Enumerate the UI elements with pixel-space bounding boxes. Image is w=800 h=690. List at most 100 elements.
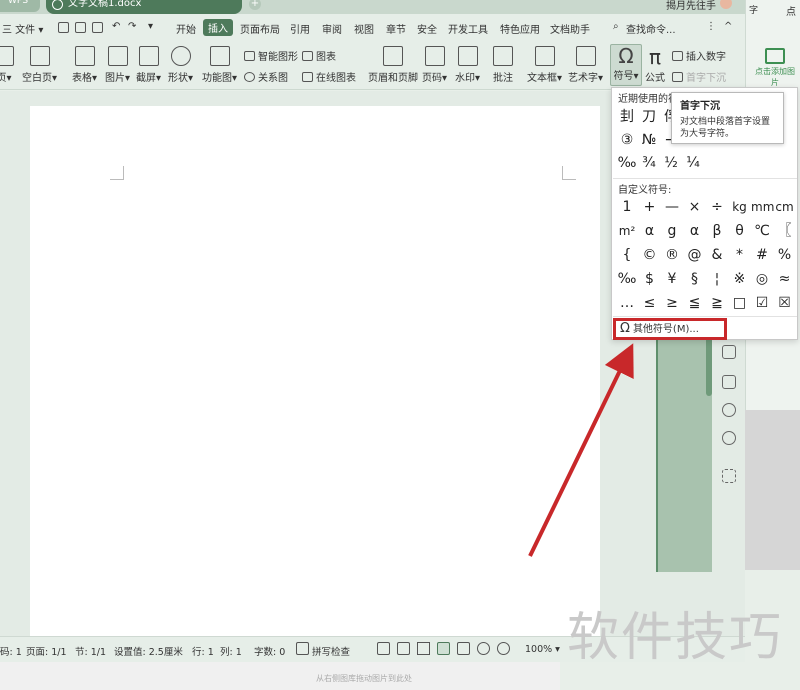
textbox-button[interactable]: 文本框▾ [527,46,562,84]
custom-symbol-item[interactable]: 1 [616,196,638,218]
custom-symbol-item[interactable]: β [706,220,728,242]
symbol-item[interactable]: ½ [660,152,682,174]
menu-developer[interactable]: 开发工具 [448,21,488,36]
page-number-button[interactable]: 页码▾ [422,46,447,84]
dropcap-button[interactable]: 首字下沉 [672,69,726,84]
symbol-item[interactable]: 刀 [638,106,660,128]
document-tab[interactable]: 文字文稿1.docx [46,0,242,14]
avatar[interactable] [720,0,732,9]
status-setting[interactable]: 设置值: 2.5厘米 [114,644,183,658]
custom-symbol-item[interactable]: g [661,220,683,242]
custom-symbol-item[interactable]: ‰ [616,268,638,290]
outline-view-icon[interactable] [457,642,470,655]
function-chart-button[interactable]: 功能图▾ [202,46,237,84]
blank-page-button[interactable]: 空白页▾ [22,46,57,84]
symbol-item[interactable]: 刲 [616,106,638,128]
wps-home-tab[interactable]: WPS [0,0,40,12]
chart-button[interactable]: 图表 [302,48,336,63]
custom-symbol-item[interactable]: α [639,220,661,242]
image-icon[interactable] [722,375,736,389]
menu-security[interactable]: 安全 [417,21,437,36]
menu-review[interactable]: 审阅 [322,21,342,36]
custom-symbol-item[interactable]: ÷ [706,196,728,218]
menu-doc-assistant[interactable]: 文档助手 [550,21,590,36]
custom-symbol-item[interactable]: mm [751,196,774,218]
custom-symbol-item[interactable]: ¦ [706,268,728,290]
menu-start[interactable]: 开始 [176,21,196,36]
page-view-icon[interactable] [437,642,450,655]
collapse-ribbon-icon[interactable]: ^ [724,21,732,32]
custom-symbol-item[interactable]: … [616,292,638,314]
custom-symbol-item[interactable]: ≈ [774,268,796,290]
custom-symbol-item[interactable]: § [684,268,706,290]
symbol-button[interactable]: Ω 符号▾ [610,44,642,86]
custom-symbol-item[interactable]: m² [616,220,638,242]
side-panel-tab[interactable]: 点 [786,3,796,18]
custom-symbol-item[interactable]: + [639,196,661,218]
symbol-item[interactable]: № [638,129,660,151]
custom-symbol-item[interactable]: ¥ [661,268,683,290]
custom-symbol-item[interactable]: & [706,244,728,266]
fullscreen-icon[interactable] [377,642,390,655]
custom-symbol-item[interactable]: # [751,244,773,266]
custom-symbol-item[interactable]: α [684,220,706,242]
comment-button[interactable]: 批注 [493,46,513,84]
table-button[interactable]: 表格▾ [72,46,97,84]
new-tab-button[interactable]: + [249,0,261,10]
menu-features[interactable]: 特色应用 [500,21,540,36]
user-name[interactable]: 揭月先往手 [666,0,716,12]
custom-symbol-item[interactable]: □ [729,292,751,314]
archive-icon[interactable] [722,345,736,359]
custom-symbol-item[interactable]: @ [684,244,706,266]
custom-symbol-item[interactable]: ® [661,244,683,266]
watermark-button[interactable]: 水印▾ [455,46,480,84]
formula-button[interactable]: π 公式 [645,46,665,84]
custom-symbol-item[interactable]: ≧ [706,292,728,314]
page-break-button[interactable]: 页▾ [0,46,14,84]
smart-graphic-button[interactable]: 智能图形 [244,48,298,63]
custom-symbol-item[interactable]: ℃ [751,220,773,242]
custom-symbol-item[interactable]: ≤ [639,292,661,314]
status-page[interactable]: 页面: 1/1 [26,644,67,658]
header-footer-button[interactable]: 页眉和页脚 [368,46,418,84]
redo-icon[interactable]: ↷ [128,21,136,32]
command-search[interactable]: 查找命令... [626,21,676,36]
status-word-count[interactable]: 字数: 0 [254,644,285,658]
custom-symbol-item[interactable]: 〖 [774,220,796,242]
custom-symbol-item[interactable]: $ [639,268,661,290]
save-icon[interactable] [58,22,69,33]
custom-symbol-item[interactable]: * [729,244,751,266]
custom-symbol-item[interactable]: θ [729,220,751,242]
history-icon[interactable] [722,403,736,417]
scroll-handle[interactable] [706,336,712,396]
web-view-icon[interactable] [477,642,490,655]
menu-insert[interactable]: 插入 [203,19,233,36]
picture-button[interactable]: 图片▾ [105,46,130,84]
custom-symbol-item[interactable]: ◎ [751,268,773,290]
document-page[interactable] [30,106,600,651]
shape-button[interactable]: 形状▾ [168,46,193,84]
symbol-item[interactable]: ¼ [682,152,704,174]
file-menu[interactable]: 三 文件 ▾ [2,21,43,36]
custom-symbol-item[interactable]: × [684,196,706,218]
eye-protection-icon[interactable] [497,642,510,655]
custom-symbol-item[interactable]: ※ [729,268,751,290]
custom-symbol-item[interactable]: © [639,244,661,266]
insert-number-button[interactable]: 插入数字 [672,48,726,63]
custom-symbol-item[interactable]: — [661,196,683,218]
undo-icon[interactable]: ↶ [112,21,120,32]
add-picture-button[interactable]: 点击添加图片 [752,44,798,87]
custom-symbol-item[interactable]: ≦ [684,292,706,314]
menu-page-layout[interactable]: 页面布局 [240,21,280,36]
relation-chart-button[interactable]: 关系图 [244,69,288,84]
symbol-item[interactable]: ‰ [616,152,638,174]
custom-symbol-item[interactable]: kg [729,196,751,218]
reading-mode-icon[interactable] [397,642,410,655]
online-chart-button[interactable]: 在线图表 [302,69,356,84]
custom-symbol-item[interactable]: ☑ [751,292,773,314]
custom-symbol-item[interactable]: cm [774,196,796,218]
more-icon[interactable]: ⋮ [706,21,716,32]
help-icon[interactable] [722,431,736,445]
menu-reference[interactable]: 引用 [290,21,310,36]
custom-symbol-item[interactable]: % [774,244,796,266]
